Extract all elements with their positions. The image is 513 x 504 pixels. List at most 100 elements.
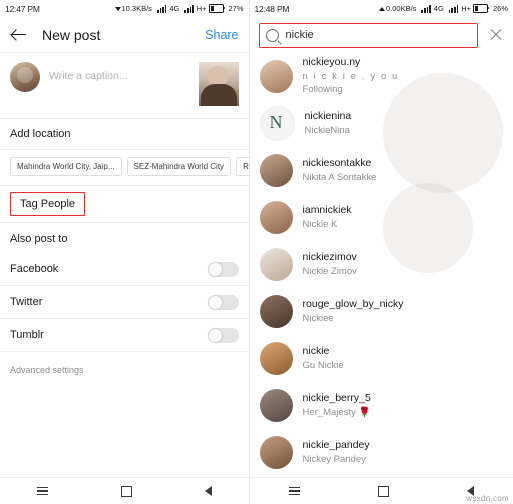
- location-chip[interactable]: Mahindra World City, Jaip...: [10, 157, 122, 176]
- status-clock: 12:47 PM: [5, 3, 40, 14]
- status-signal-1: [419, 5, 431, 13]
- battery-icon: [208, 4, 225, 13]
- status-network-type-2: H+: [196, 4, 207, 13]
- toggle-row-twitter[interactable]: Twitter: [0, 286, 249, 319]
- upload-arrow-icon: [378, 6, 385, 11]
- status-clock: 12:48 PM: [254, 3, 290, 14]
- status-signal-1: [155, 5, 167, 13]
- result-fullname: NickieNina: [304, 124, 350, 136]
- avatar: [259, 60, 293, 93]
- avatar: [259, 342, 293, 375]
- result-fullname: Nickey Pandey: [302, 453, 366, 465]
- avatar: [259, 154, 293, 187]
- also-post-to-label: Also post to: [10, 233, 68, 245]
- result-fullname: Nickie Zimov: [302, 265, 357, 277]
- tag-people-row: Tag People: [0, 186, 249, 223]
- status-network-type-2: H+: [461, 4, 471, 13]
- list-item[interactable]: nickie_berry_5 Her_Majesty 🌹: [250, 382, 513, 429]
- result-following-status: Following: [302, 84, 343, 96]
- list-item[interactable]: nickieyou.ny n i c k i e . y o u Followi…: [250, 53, 513, 100]
- result-fullname: Her_Majesty 🌹: [302, 406, 371, 418]
- result-username: iamnickiek: [302, 204, 352, 216]
- list-item-meta: nickiezimov Nickie Zimov: [303, 251, 357, 278]
- result-username: nickieyou.ny: [302, 56, 361, 69]
- avatar: [259, 201, 293, 234]
- status-network-speed: 0.00KB/s: [378, 4, 416, 13]
- signal-bars-icon-2: [448, 5, 459, 13]
- location-chip[interactable]: SEZ-Mahindra World City: [126, 157, 232, 176]
- toggle-label-twitter: Twitter: [10, 296, 43, 308]
- signal-bars-icon-2: [184, 5, 194, 13]
- twitter-toggle[interactable]: [207, 294, 239, 310]
- list-item-meta: nickiesontakke Nikita A Sontakke: [303, 157, 377, 184]
- result-username: nickie_pandey: [302, 439, 370, 451]
- avatar: [259, 248, 293, 281]
- location-suggestions: Mahindra World City, Jaip... SEZ-Mahindr…: [0, 150, 249, 186]
- tumblr-toggle[interactable]: [207, 327, 239, 343]
- status-network-type-1: 4G: [433, 4, 444, 13]
- list-item[interactable]: N nickienina NickieNina: [250, 100, 513, 147]
- result-fullname: Nickiee: [302, 312, 334, 324]
- left-phone-screen: 12:47 PM 10.3KB/s 4G H+ 27% New post Sha…: [0, 0, 250, 504]
- list-item-meta: iamnickiek Nickie K: [303, 204, 352, 231]
- new-post-header: New post Share: [0, 17, 249, 53]
- result-username: nickie_berry_5: [302, 392, 371, 404]
- list-item-meta: nickienina NickieNina: [305, 110, 352, 137]
- download-arrow-icon: [114, 6, 121, 11]
- caption-row: Write a caption...: [0, 53, 249, 119]
- avatar: [259, 389, 293, 422]
- back-arrow-icon[interactable]: [10, 26, 28, 44]
- toggle-row-tumblr[interactable]: Tumblr: [0, 319, 249, 352]
- status-network-speed: 10.3KB/s: [114, 4, 152, 13]
- page-title: New post: [42, 26, 101, 43]
- signal-bars-icon: [156, 5, 167, 13]
- toggle-label-facebook: Facebook: [10, 263, 59, 275]
- signal-bars-icon: [421, 5, 431, 13]
- location-chip[interactable]: Rajastl: [236, 157, 249, 176]
- result-fullname: Nikita A Sontakke: [302, 171, 377, 183]
- result-fullname: Gu Nickie: [302, 359, 344, 371]
- search-input[interactable]: nickie: [258, 22, 478, 48]
- watermark: wsxdn.com: [466, 494, 509, 503]
- advanced-settings-link[interactable]: Advanced settings: [0, 352, 249, 388]
- search-icon: [265, 28, 279, 42]
- left-status-bar: 12:47 PM 10.3KB/s 4G H+ 27%: [0, 0, 249, 17]
- back-triangle-icon[interactable]: [204, 486, 212, 496]
- menu-icon[interactable]: [36, 485, 48, 498]
- toggle-row-facebook[interactable]: Facebook: [0, 253, 249, 286]
- right-phone-screen: 12:48 PM 0.00KB/s 4G H+ 26% nickie nicki…: [249, 0, 513, 504]
- search-bar: nickie: [250, 17, 513, 53]
- avatar: [259, 436, 293, 469]
- result-fullname: n i c k i e . y o u: [302, 70, 399, 82]
- tag-people-button[interactable]: Tag People: [10, 192, 86, 216]
- list-item[interactable]: iamnickiek Nickie K: [250, 194, 513, 241]
- dual-phone-screenshot: 12:47 PM 10.3KB/s 4G H+ 27% New post Sha…: [0, 0, 513, 504]
- close-icon[interactable]: [488, 27, 504, 43]
- avatar: [10, 62, 40, 92]
- result-username: nickienina: [304, 110, 352, 122]
- list-item[interactable]: nickie_pandey Nickey Pandey: [250, 429, 513, 476]
- list-item[interactable]: nickie Gu Nickie: [250, 335, 513, 382]
- add-location-row[interactable]: Add location: [0, 119, 249, 150]
- result-username: rouge_glow_by_nicky: [302, 298, 404, 310]
- search-query-text: nickie: [285, 29, 314, 41]
- list-item-meta: rouge_glow_by_nicky Nickiee: [303, 298, 404, 325]
- right-status-bar: 12:48 PM 0.00KB/s 4G H+ 26%: [250, 0, 513, 17]
- avatar: [259, 295, 293, 328]
- share-button[interactable]: Share: [205, 28, 238, 42]
- home-square-icon[interactable]: [120, 485, 132, 497]
- menu-icon[interactable]: [288, 485, 300, 498]
- list-item-meta: nickieyou.ny n i c k i e . y o u Followi…: [303, 56, 399, 96]
- list-item[interactable]: nickiezimov Nickie Zimov: [250, 241, 513, 288]
- caption-input[interactable]: Write a caption...: [40, 62, 199, 82]
- list-item[interactable]: rouge_glow_by_nicky Nickiee: [250, 288, 513, 335]
- facebook-toggle[interactable]: [207, 261, 239, 277]
- battery-icon: [472, 4, 490, 13]
- list-item[interactable]: nickiesontakke Nikita A Sontakke: [250, 147, 513, 194]
- status-signal-2: [182, 5, 194, 13]
- home-square-icon[interactable]: [377, 485, 389, 497]
- status-battery-percent: 27%: [228, 4, 244, 13]
- list-item-meta: nickie Gu Nickie: [303, 345, 344, 372]
- post-thumbnail[interactable]: [198, 62, 239, 106]
- result-username: nickie: [302, 345, 330, 357]
